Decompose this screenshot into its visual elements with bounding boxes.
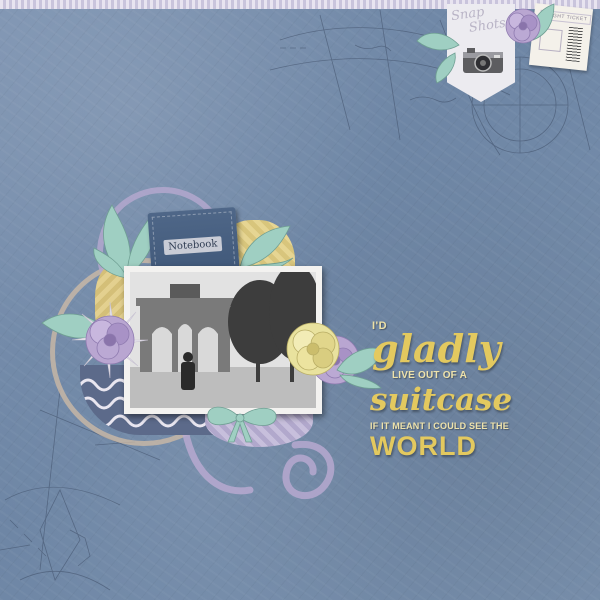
flower-icon bbox=[71, 301, 149, 379]
leaf-icon bbox=[238, 225, 294, 273]
camera-icon bbox=[463, 48, 503, 73]
flower-icon bbox=[505, 8, 541, 44]
title-line-suitcase: suitcase bbox=[370, 382, 513, 418]
scrapbook-page: Notebook Snap Shots FLIGHT TICKET I'D gl… bbox=[0, 0, 600, 600]
title-line-see: IF IT MEANT I COULD SEE THE bbox=[370, 421, 509, 431]
ticket-barcode bbox=[565, 26, 584, 63]
title-line-world: WORLD bbox=[370, 431, 477, 461]
title-line-gladly: gladly bbox=[372, 326, 501, 371]
ribbon-bow bbox=[207, 406, 277, 443]
notebook-label: Notebook bbox=[163, 236, 223, 256]
title-line-live: LIVE OUT OF A bbox=[392, 370, 468, 381]
leaf-icon bbox=[416, 32, 460, 84]
flower-icon bbox=[286, 322, 340, 376]
